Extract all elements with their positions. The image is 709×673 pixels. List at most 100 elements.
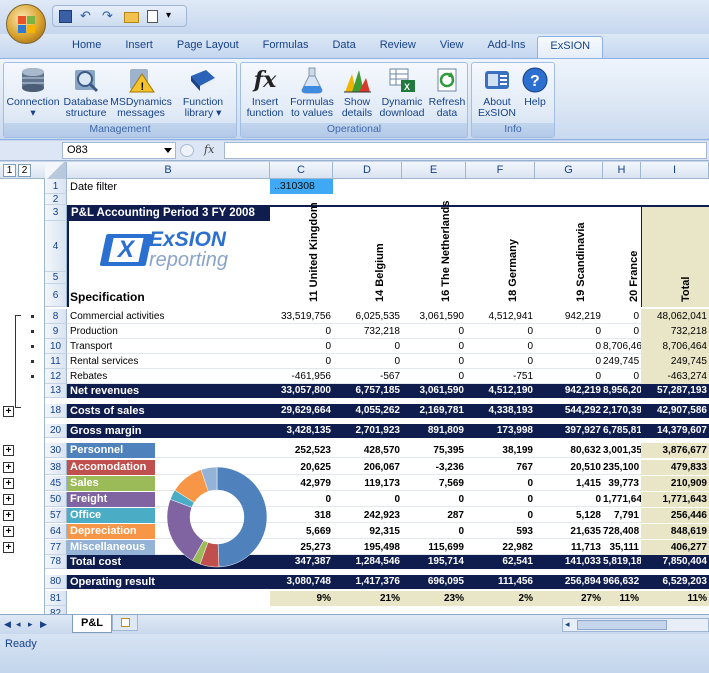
value-cell[interactable]: -3,236 [402, 460, 466, 475]
expand-group-button[interactable]: + [3, 406, 14, 417]
value-cell[interactable]: 0 [603, 369, 641, 384]
scrollbar-thumb[interactable] [577, 620, 667, 630]
value-cell[interactable]: 0 [270, 339, 333, 354]
value-cell[interactable]: 318 [270, 508, 333, 523]
value-cell[interactable]: 0 [402, 339, 466, 354]
value-cell[interactable]: 249,745 [641, 354, 709, 369]
prev-sheet-icon[interactable]: ◂ [16, 619, 25, 630]
formula-bar-cancel-icon[interactable] [180, 144, 194, 157]
value-cell[interactable]: 0 [535, 324, 603, 339]
value-cell[interactable]: 11% [641, 591, 709, 606]
value-cell[interactable]: 173,998 [466, 424, 535, 438]
value-cell[interactable]: 2,170,394 [603, 404, 641, 418]
value-cell[interactable]: 80,632 [535, 443, 603, 458]
row-header-11[interactable]: 11 [45, 354, 67, 369]
row-header-78[interactable]: 78 [45, 555, 67, 569]
value-cell[interactable]: 0 [402, 369, 466, 384]
value-cell[interactable]: 8,706,464 [641, 339, 709, 354]
value-cell[interactable]: -751 [466, 369, 535, 384]
value-cell[interactable]: 35,111 [603, 540, 641, 555]
row-header-18[interactable]: 18 [45, 404, 67, 418]
tab-page-layout[interactable]: Page Layout [165, 36, 251, 58]
value-cell[interactable]: 92,315 [333, 524, 402, 539]
value-cell[interactable]: 0 [402, 492, 466, 507]
value-cell[interactable]: 942,219 [535, 384, 603, 398]
row-header-8[interactable]: 8 [45, 309, 67, 324]
value-cell[interactable]: 115,699 [402, 540, 466, 555]
dynamic-download-button[interactable]: X Dynamic download [377, 66, 427, 119]
value-cell[interactable]: 2,701,923 [333, 424, 402, 438]
value-cell[interactable]: 27% [535, 591, 603, 606]
value-cell[interactable]: 0 [535, 492, 603, 507]
horizontal-scrollbar[interactable]: ◂ [562, 618, 709, 632]
row-header-10[interactable]: 10 [45, 339, 67, 354]
row-header-2[interactable]: 2 [45, 194, 67, 205]
help-button[interactable]: ? Help [518, 66, 552, 108]
select-all-corner[interactable] [45, 162, 67, 179]
sheet-tab-pl[interactable]: P&L [72, 615, 112, 633]
connection-button[interactable]: Connection ▾ [6, 66, 60, 119]
value-cell[interactable]: 428,570 [333, 443, 402, 458]
value-cell[interactable]: 33,057,800 [270, 384, 333, 398]
value-cell[interactable]: 0 [270, 354, 333, 369]
show-details-button[interactable]: Show details [337, 66, 377, 119]
row-header-20[interactable]: 20 [45, 424, 67, 438]
column-header-d[interactable]: D [333, 162, 402, 179]
expand-group-button[interactable]: + [3, 445, 14, 456]
row-header-57[interactable]: 57 [45, 508, 67, 523]
last-sheet-icon[interactable]: ▶ [40, 619, 49, 630]
tab-view[interactable]: View [428, 36, 476, 58]
value-cell[interactable]: 966,632 [603, 575, 641, 589]
value-cell[interactable]: 0 [402, 524, 466, 539]
value-cell[interactable]: 1,771,643 [641, 492, 709, 507]
value-cell[interactable]: 39,773 [603, 476, 641, 491]
value-cell[interactable]: 14,379,607 [641, 424, 709, 438]
row-header-38[interactable]: 38 [45, 460, 67, 475]
value-cell[interactable]: 3,876,677 [641, 443, 709, 458]
value-cell[interactable]: 0 [466, 508, 535, 523]
open-folder-icon[interactable] [124, 11, 139, 23]
column-header-e[interactable]: E [402, 162, 466, 179]
tab-home[interactable]: Home [60, 36, 113, 58]
value-cell[interactable]: 3,061,590 [402, 384, 466, 398]
refresh-data-button[interactable]: Refresh data [427, 66, 467, 119]
value-cell[interactable]: 111,456 [466, 575, 535, 589]
value-cell[interactable]: 347,387 [270, 555, 333, 569]
tab-add-ins[interactable]: Add-Ins [475, 36, 537, 58]
value-cell[interactable]: 195,498 [333, 540, 402, 555]
value-cell[interactable]: 20,510 [535, 460, 603, 475]
value-cell[interactable]: 6,529,203 [641, 575, 709, 589]
undo-icon[interactable]: ↶ [80, 9, 94, 23]
value-cell[interactable]: 0 [270, 492, 333, 507]
column-header-h[interactable]: H [603, 162, 641, 179]
value-cell[interactable]: 593 [466, 524, 535, 539]
value-cell[interactable]: 3,428,135 [270, 424, 333, 438]
value-cell[interactable]: 3,061,590 [402, 309, 466, 324]
value-cell[interactable]: 891,809 [402, 424, 466, 438]
value-cell[interactable]: 1,415 [535, 476, 603, 491]
value-cell[interactable]: 75,395 [402, 443, 466, 458]
row-header-9[interactable]: 9 [45, 324, 67, 339]
value-cell[interactable]: 0 [466, 476, 535, 491]
value-cell[interactable]: 2,169,781 [402, 404, 466, 418]
expand-group-button[interactable]: + [3, 510, 14, 521]
value-cell[interactable]: 0 [270, 324, 333, 339]
row-header-6[interactable]: 6 [45, 284, 67, 307]
tab-insert[interactable]: Insert [113, 36, 165, 58]
value-cell[interactable]: 21,635 [535, 524, 603, 539]
value-cell[interactable]: 25,273 [270, 540, 333, 555]
value-cell[interactable]: 732,218 [333, 324, 402, 339]
value-cell[interactable]: 397,927 [535, 424, 603, 438]
value-cell[interactable]: 29,629,664 [270, 404, 333, 418]
value-cell[interactable]: 33,519,756 [270, 309, 333, 324]
about-exsion-button[interactable]: About ExSION [476, 66, 518, 119]
value-cell[interactable]: 210,909 [641, 476, 709, 491]
insert-function-button[interactable]: fx Insert function [243, 66, 287, 119]
tab-data[interactable]: Data [320, 36, 367, 58]
value-cell[interactable]: 11,713 [535, 540, 603, 555]
value-cell[interactable]: 0 [535, 369, 603, 384]
value-cell[interactable]: 141,033 [535, 555, 603, 569]
value-cell[interactable]: 1,284,546 [333, 555, 402, 569]
value-cell[interactable]: 0 [402, 354, 466, 369]
value-cell[interactable]: 20,625 [270, 460, 333, 475]
